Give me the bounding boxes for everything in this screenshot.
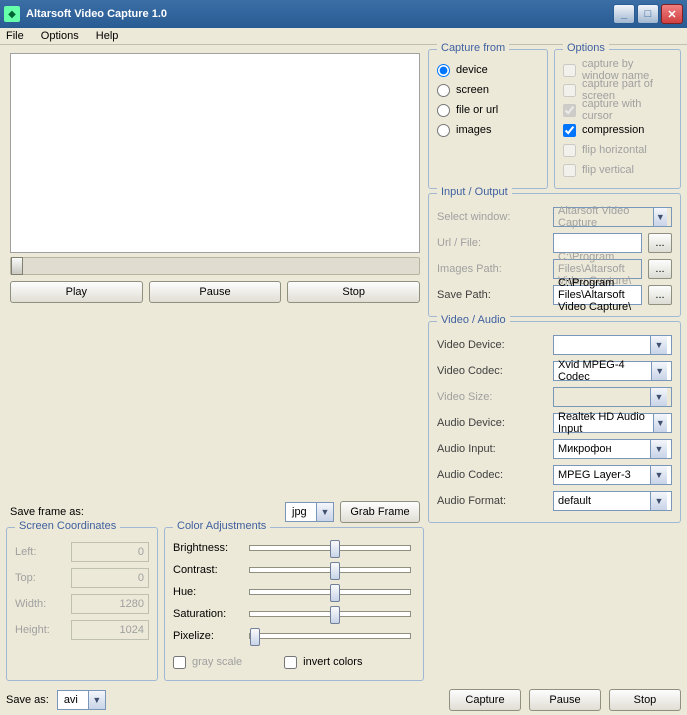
options-legend: Options [563, 42, 609, 54]
menu-options[interactable]: Options [41, 30, 79, 42]
pause-button[interactable]: Pause [149, 281, 282, 303]
radio-file-or-url[interactable]: file or url [437, 102, 539, 118]
chevron-down-icon: ▼ [651, 362, 667, 380]
saturation-slider[interactable] [249, 611, 411, 617]
ca-legend: Color Adjustments [173, 520, 270, 532]
url-file-input[interactable] [553, 233, 642, 253]
chevron-down-icon: ▼ [650, 388, 667, 406]
menu-help[interactable]: Help [96, 30, 119, 42]
check-cursor: capture with cursor [563, 102, 672, 118]
menu-file[interactable]: File [6, 30, 24, 42]
save-frame-format[interactable]: jpg▼ [285, 502, 334, 522]
color-adjustments-group: Color Adjustments Brightness: Contrast: … [164, 527, 424, 681]
input-output-group: Input / Output Select window:Altarsoft V… [428, 193, 681, 317]
chevron-down-icon: ▼ [653, 414, 667, 432]
capture-from-legend: Capture from [437, 42, 509, 54]
select-window-label: Select window: [437, 211, 547, 223]
images-path-input: C:\Program Files\Altarsoft Video Capture… [553, 259, 642, 279]
coord-width: 1280 [71, 594, 149, 614]
stop-button[interactable]: Stop [287, 281, 420, 303]
app-icon: ◆ [4, 6, 20, 22]
audio-format-dropdown[interactable]: default▼ [553, 491, 672, 511]
check-invert-colors[interactable]: invert colors [284, 654, 362, 670]
images-path-label: Images Path: [437, 263, 547, 275]
titlebar: ◆ Altarsoft Video Capture 1.0 _ □ ✕ [0, 0, 687, 28]
images-path-browse[interactable]: ... [648, 259, 672, 279]
save-path-browse[interactable]: ... [648, 285, 672, 305]
chevron-down-icon: ▼ [650, 440, 667, 458]
chevron-down-icon: ▼ [650, 336, 667, 354]
preview-area [10, 53, 420, 253]
video-audio-group: Video / Audio Video Device:▼ Video Codec… [428, 321, 681, 523]
check-by-window: capture by window name [563, 62, 672, 78]
save-frame-label: Save frame as: [10, 506, 84, 518]
url-file-label: Url / File: [437, 237, 547, 249]
capture-from-group: Capture from device screen file or url i… [428, 49, 548, 189]
coord-height: 1024 [71, 620, 149, 640]
video-size-dropdown: ▼ [553, 387, 672, 407]
stop-capture-button[interactable]: Stop [609, 689, 681, 711]
check-flip-h: flip horizontal [563, 142, 672, 158]
url-file-browse[interactable]: ... [648, 233, 672, 253]
chevron-down-icon: ▼ [650, 466, 667, 484]
seek-slider[interactable] [10, 257, 420, 275]
contrast-slider[interactable] [249, 567, 411, 573]
check-compression[interactable]: compression [563, 122, 672, 138]
radio-images[interactable]: images [437, 122, 539, 138]
io-legend: Input / Output [437, 186, 512, 198]
save-as-format[interactable]: avi▼ [57, 690, 106, 710]
check-flip-v: flip vertical [563, 162, 672, 178]
window-title: Altarsoft Video Capture 1.0 [26, 8, 611, 20]
check-part-screen: capture part of screen [563, 82, 672, 98]
va-legend: Video / Audio [437, 314, 510, 326]
audio-device-dropdown[interactable]: Realtek HD Audio Input▼ [553, 413, 672, 433]
video-codec-dropdown[interactable]: Xvid MPEG-4 Codec▼ [553, 361, 672, 381]
play-button[interactable]: Play [10, 281, 143, 303]
check-gray-scale[interactable]: gray scale [173, 654, 242, 670]
audio-codec-dropdown[interactable]: MPEG Layer-3▼ [553, 465, 672, 485]
sc-legend: Screen Coordinates [15, 520, 120, 532]
screen-coords-group: Screen Coordinates Left:0 Top:0 Width:12… [6, 527, 158, 681]
close-button[interactable]: ✕ [661, 4, 683, 24]
grab-frame-button[interactable]: Grab Frame [340, 501, 420, 523]
save-path-label: Save Path: [437, 289, 547, 301]
coord-top: 0 [71, 568, 149, 588]
coord-left: 0 [71, 542, 149, 562]
chevron-down-icon: ▼ [653, 208, 667, 226]
save-as-label: Save as: [6, 694, 49, 706]
brightness-slider[interactable] [249, 545, 411, 551]
radio-device[interactable]: device [437, 62, 539, 78]
select-window-dropdown: Altarsoft Video Capture▼ [553, 207, 672, 227]
hue-slider[interactable] [249, 589, 411, 595]
audio-input-dropdown[interactable]: Микрофон▼ [553, 439, 672, 459]
chevron-down-icon: ▼ [316, 503, 333, 521]
pause-capture-button[interactable]: Pause [529, 689, 601, 711]
maximize-button[interactable]: □ [637, 4, 659, 24]
chevron-down-icon: ▼ [650, 492, 667, 510]
video-device-dropdown[interactable]: ▼ [553, 335, 672, 355]
chevron-down-icon: ▼ [88, 691, 105, 709]
capture-button[interactable]: Capture [449, 689, 521, 711]
options-group: Options capture by window name capture p… [554, 49, 681, 189]
minimize-button[interactable]: _ [613, 4, 635, 24]
save-path-input[interactable]: C:\Program Files\Altarsoft Video Capture… [553, 285, 642, 305]
pixelize-slider[interactable] [249, 633, 411, 639]
radio-screen[interactable]: screen [437, 82, 539, 98]
